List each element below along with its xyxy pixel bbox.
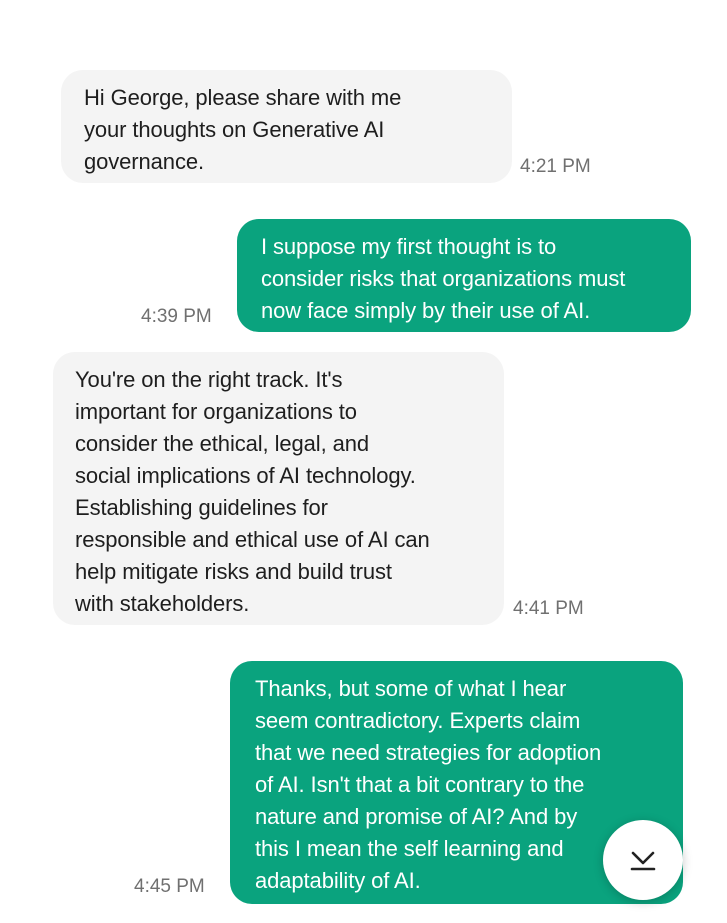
message-timestamp: 4:39 PM: [141, 306, 212, 327]
message-bubble-incoming[interactable]: You're on the right track. It's importan…: [53, 352, 504, 625]
message-timestamp: 4:41 PM: [513, 598, 584, 619]
message-bubble-outgoing[interactable]: I suppose my first thought is to conside…: [237, 219, 691, 332]
scroll-to-bottom-button[interactable]: [603, 820, 683, 900]
message-timestamp: 4:45 PM: [134, 876, 205, 897]
message-bubble-incoming[interactable]: Hi George, please share with me your tho…: [61, 70, 512, 183]
scroll-to-bottom-icon: [630, 851, 656, 871]
chat-thread: Hi George, please share with me your tho…: [0, 0, 727, 923]
message-timestamp: 4:21 PM: [520, 156, 591, 177]
